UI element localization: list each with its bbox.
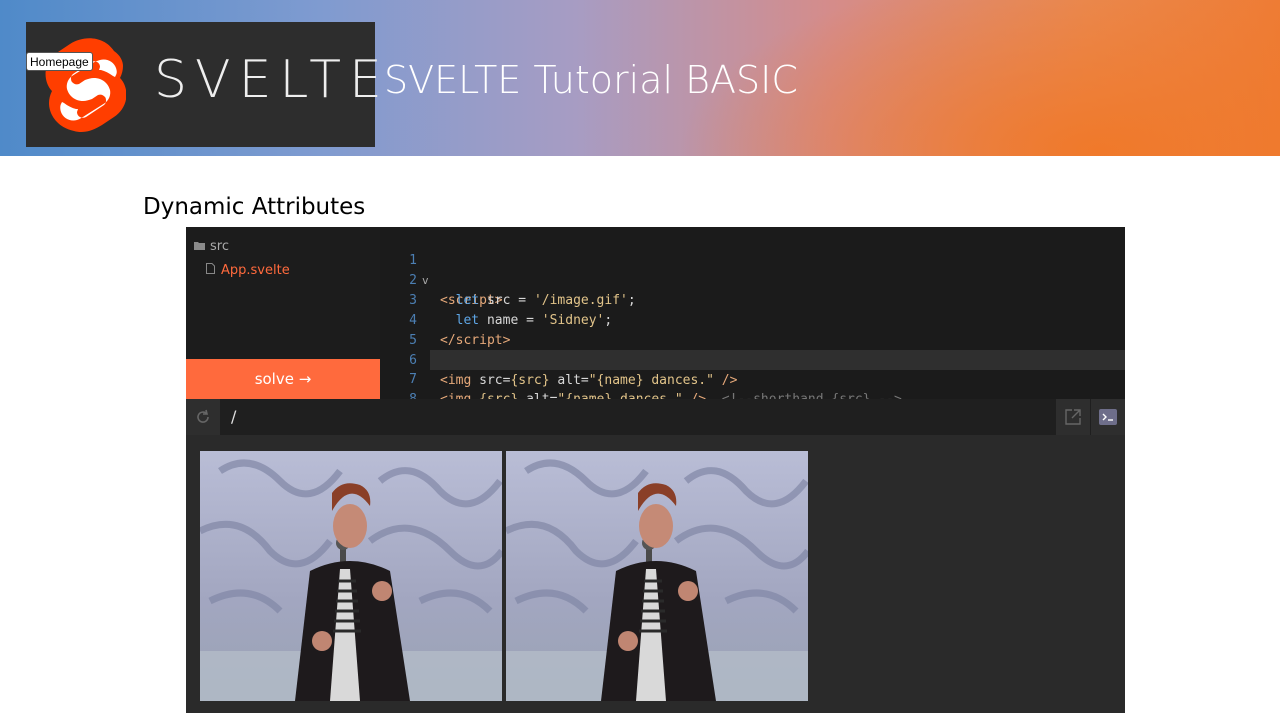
code-editor[interactable]: 1 v <script> 2 let src = '/image.gif'; 3… [380,227,1125,407]
folder-src[interactable]: src [194,239,229,254]
dancing-man-image [506,451,808,701]
preview-pane [186,435,1125,713]
external-link-icon [1065,409,1081,425]
homepage-button[interactable]: Homepage [26,52,93,71]
svelte-repl: src App.svelte solve → 1 v <script> 2 le… [186,227,1125,713]
page-title: SVELTE Tutorial BASIC [384,58,798,102]
terminal-icon [1099,409,1117,425]
code-line: 7 <img {src} alt="{name} dances." /> <!-… [380,350,1125,407]
code-line: 5 [380,311,1125,348]
dancing-man-image [200,451,502,701]
reload-button[interactable] [186,399,220,435]
logo-wordmark: SVELTE [154,50,390,110]
url-input[interactable]: / [231,407,236,426]
code-line: 3 let name = 'Sidney'; [380,271,1125,328]
file-icon [206,263,215,278]
code-line: 2 let src = '/image.gif'; [380,251,1125,308]
file-app-svelte[interactable]: App.svelte [206,263,290,278]
code-line: 1 v <script> [380,231,1125,308]
solve-label: solve → [254,370,312,388]
code-line: 6 <img src={src} alt="{name} dances." /> [380,331,1125,388]
folder-icon [194,239,205,254]
header-banner: SVELTE Homepage SVELTE Tutorial BASIC [0,0,1280,156]
folder-label: src [210,239,229,254]
preview-url-bar: / [186,399,1125,435]
console-toggle-button[interactable] [1091,399,1125,435]
file-label: App.svelte [221,263,290,278]
reload-icon [197,409,209,423]
code-line: 8 [380,370,1125,407]
file-sidebar: src App.svelte solve → [186,227,380,399]
solve-button[interactable]: solve → [186,359,380,399]
svelte-logo: SVELTE [26,22,382,147]
code-line: 4 </script> [380,291,1125,348]
slide-subtitle: Dynamic Attributes [143,194,366,220]
open-in-new-window-button[interactable] [1056,399,1090,435]
